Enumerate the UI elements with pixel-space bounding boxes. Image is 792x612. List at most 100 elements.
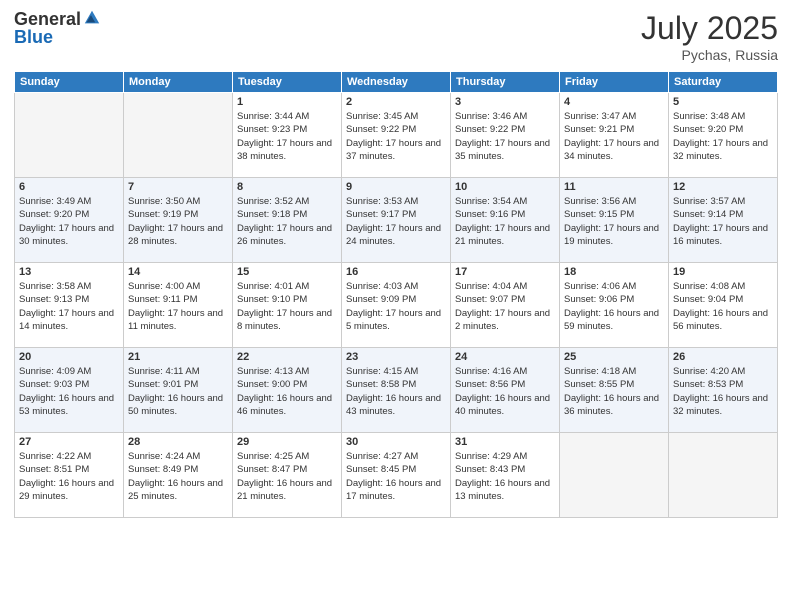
day-info: Sunrise: 3:53 AM Sunset: 9:17 PM Dayligh… (346, 195, 446, 248)
sunrise: Sunrise: 4:22 AM (19, 451, 91, 462)
daylight: Daylight: 17 hours and 32 minutes. (673, 138, 768, 162)
calendar-header-row: Sunday Monday Tuesday Wednesday Thursday… (15, 72, 778, 93)
daylight: Daylight: 17 hours and 5 minutes. (346, 308, 441, 332)
table-row: 17 Sunrise: 4:04 AM Sunset: 9:07 PM Dayl… (451, 263, 560, 348)
day-number: 24 (455, 351, 555, 363)
table-row (124, 93, 233, 178)
day-info: Sunrise: 4:04 AM Sunset: 9:07 PM Dayligh… (455, 280, 555, 333)
daylight: Daylight: 17 hours and 37 minutes. (346, 138, 441, 162)
table-row: 9 Sunrise: 3:53 AM Sunset: 9:17 PM Dayli… (342, 178, 451, 263)
col-saturday: Saturday (669, 72, 778, 93)
day-number: 12 (673, 181, 773, 193)
day-info: Sunrise: 4:27 AM Sunset: 8:45 PM Dayligh… (346, 450, 446, 503)
day-number: 28 (128, 436, 228, 448)
day-info: Sunrise: 4:01 AM Sunset: 9:10 PM Dayligh… (237, 280, 337, 333)
sunset: Sunset: 9:06 PM (564, 294, 634, 305)
sunset: Sunset: 9:09 PM (346, 294, 416, 305)
day-info: Sunrise: 4:00 AM Sunset: 9:11 PM Dayligh… (128, 280, 228, 333)
daylight: Daylight: 17 hours and 19 minutes. (564, 223, 659, 247)
sunrise: Sunrise: 3:46 AM (455, 111, 527, 122)
sunset: Sunset: 9:11 PM (128, 294, 198, 305)
calendar-week-row: 6 Sunrise: 3:49 AM Sunset: 9:20 PM Dayli… (15, 178, 778, 263)
sunset: Sunset: 9:13 PM (19, 294, 89, 305)
sunrise: Sunrise: 3:48 AM (673, 111, 745, 122)
day-number: 8 (237, 181, 337, 193)
table-row (560, 433, 669, 518)
sunrise: Sunrise: 4:03 AM (346, 281, 418, 292)
daylight: Daylight: 16 hours and 59 minutes. (564, 308, 659, 332)
day-info: Sunrise: 4:16 AM Sunset: 8:56 PM Dayligh… (455, 365, 555, 418)
sunset: Sunset: 9:20 PM (19, 209, 89, 220)
sunset: Sunset: 9:14 PM (673, 209, 743, 220)
day-number: 27 (19, 436, 119, 448)
sunset: Sunset: 9:03 PM (19, 379, 89, 390)
day-info: Sunrise: 3:45 AM Sunset: 9:22 PM Dayligh… (346, 110, 446, 163)
day-number: 7 (128, 181, 228, 193)
day-info: Sunrise: 4:08 AM Sunset: 9:04 PM Dayligh… (673, 280, 773, 333)
day-number: 1 (237, 96, 337, 108)
logo: General Blue (14, 10, 101, 48)
day-number: 25 (564, 351, 664, 363)
sunset: Sunset: 9:21 PM (564, 124, 634, 135)
sunrise: Sunrise: 4:06 AM (564, 281, 636, 292)
table-row: 27 Sunrise: 4:22 AM Sunset: 8:51 PM Dayl… (15, 433, 124, 518)
table-row: 28 Sunrise: 4:24 AM Sunset: 8:49 PM Dayl… (124, 433, 233, 518)
calendar-week-row: 1 Sunrise: 3:44 AM Sunset: 9:23 PM Dayli… (15, 93, 778, 178)
col-sunday: Sunday (15, 72, 124, 93)
day-number: 4 (564, 96, 664, 108)
daylight: Daylight: 17 hours and 38 minutes. (237, 138, 332, 162)
day-info: Sunrise: 4:24 AM Sunset: 8:49 PM Dayligh… (128, 450, 228, 503)
col-wednesday: Wednesday (342, 72, 451, 93)
sunrise: Sunrise: 3:49 AM (19, 196, 91, 207)
sunset: Sunset: 9:16 PM (455, 209, 525, 220)
sunset: Sunset: 9:07 PM (455, 294, 525, 305)
daylight: Daylight: 16 hours and 40 minutes. (455, 393, 550, 417)
day-number: 6 (19, 181, 119, 193)
title-block: July 2025 Pychas, Russia (641, 10, 778, 63)
daylight: Daylight: 17 hours and 14 minutes. (19, 308, 114, 332)
sunrise: Sunrise: 3:44 AM (237, 111, 309, 122)
daylight: Daylight: 17 hours and 11 minutes. (128, 308, 223, 332)
day-number: 2 (346, 96, 446, 108)
day-info: Sunrise: 3:57 AM Sunset: 9:14 PM Dayligh… (673, 195, 773, 248)
daylight: Daylight: 16 hours and 21 minutes. (237, 478, 332, 502)
day-number: 23 (346, 351, 446, 363)
day-info: Sunrise: 3:48 AM Sunset: 9:20 PM Dayligh… (673, 110, 773, 163)
day-info: Sunrise: 3:54 AM Sunset: 9:16 PM Dayligh… (455, 195, 555, 248)
header: General Blue July 2025 Pychas, Russia (14, 10, 778, 63)
daylight: Daylight: 16 hours and 32 minutes. (673, 393, 768, 417)
logo-blue-text: Blue (14, 27, 53, 47)
day-number: 17 (455, 266, 555, 278)
sunrise: Sunrise: 3:45 AM (346, 111, 418, 122)
daylight: Daylight: 16 hours and 43 minutes. (346, 393, 441, 417)
day-info: Sunrise: 4:29 AM Sunset: 8:43 PM Dayligh… (455, 450, 555, 503)
sunrise: Sunrise: 4:15 AM (346, 366, 418, 377)
day-number: 3 (455, 96, 555, 108)
day-info: Sunrise: 4:06 AM Sunset: 9:06 PM Dayligh… (564, 280, 664, 333)
day-info: Sunrise: 4:03 AM Sunset: 9:09 PM Dayligh… (346, 280, 446, 333)
day-info: Sunrise: 4:09 AM Sunset: 9:03 PM Dayligh… (19, 365, 119, 418)
col-tuesday: Tuesday (233, 72, 342, 93)
day-number: 14 (128, 266, 228, 278)
logo-icon (83, 9, 101, 27)
table-row: 3 Sunrise: 3:46 AM Sunset: 9:22 PM Dayli… (451, 93, 560, 178)
sunrise: Sunrise: 4:18 AM (564, 366, 636, 377)
daylight: Daylight: 17 hours and 8 minutes. (237, 308, 332, 332)
day-number: 10 (455, 181, 555, 193)
daylight: Daylight: 17 hours and 30 minutes. (19, 223, 114, 247)
table-row: 31 Sunrise: 4:29 AM Sunset: 8:43 PM Dayl… (451, 433, 560, 518)
daylight: Daylight: 17 hours and 34 minutes. (564, 138, 659, 162)
page: General Blue July 2025 Pychas, Russia Su… (0, 0, 792, 612)
sunset: Sunset: 9:15 PM (564, 209, 634, 220)
table-row: 25 Sunrise: 4:18 AM Sunset: 8:55 PM Dayl… (560, 348, 669, 433)
col-friday: Friday (560, 72, 669, 93)
daylight: Daylight: 16 hours and 50 minutes. (128, 393, 223, 417)
col-monday: Monday (124, 72, 233, 93)
day-info: Sunrise: 4:15 AM Sunset: 8:58 PM Dayligh… (346, 365, 446, 418)
sunrise: Sunrise: 4:11 AM (128, 366, 200, 377)
calendar-week-row: 13 Sunrise: 3:58 AM Sunset: 9:13 PM Dayl… (15, 263, 778, 348)
sunrise: Sunrise: 4:16 AM (455, 366, 527, 377)
daylight: Daylight: 16 hours and 25 minutes. (128, 478, 223, 502)
day-info: Sunrise: 3:44 AM Sunset: 9:23 PM Dayligh… (237, 110, 337, 163)
calendar-week-row: 20 Sunrise: 4:09 AM Sunset: 9:03 PM Dayl… (15, 348, 778, 433)
